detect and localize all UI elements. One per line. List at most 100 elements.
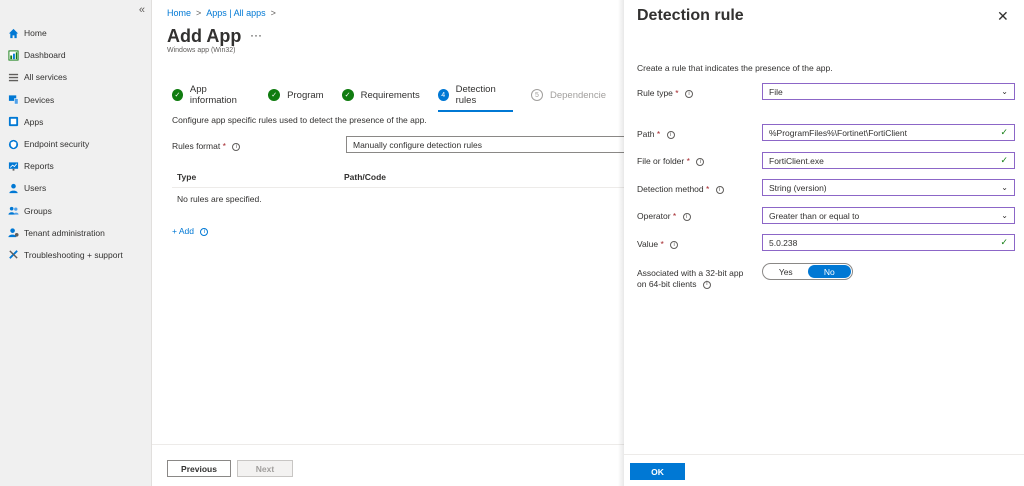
nav-item-groups[interactable]: Groups bbox=[0, 200, 152, 222]
detection-method-dropdown[interactable]: String (version) ⌄ bbox=[762, 179, 1015, 196]
rule-type-label: Rule type * i bbox=[637, 88, 693, 98]
column-header-path-code: Path/Code bbox=[344, 172, 387, 182]
nav-item-dashboard[interactable]: Dashboard bbox=[0, 44, 152, 66]
nav-label: Dashboard bbox=[24, 50, 66, 61]
field-label-text: Operator bbox=[637, 211, 671, 221]
field-value: String (version) bbox=[769, 182, 827, 193]
info-icon[interactable]: i bbox=[702, 280, 711, 289]
left-nav: « Home Dashboard All services Devices Ap… bbox=[0, 0, 152, 486]
nav-item-all-services[interactable]: All services bbox=[0, 66, 152, 88]
info-icon[interactable]: i bbox=[684, 89, 693, 98]
tenant-admin-icon bbox=[7, 227, 20, 239]
breadcrumb-separator-icon: > bbox=[196, 8, 202, 18]
collapse-nav-button[interactable]: « bbox=[139, 4, 145, 16]
info-icon[interactable]: i bbox=[715, 185, 724, 194]
breadcrumb-apps-link[interactable]: Apps | All apps bbox=[206, 8, 265, 18]
endpoint-security-icon bbox=[7, 138, 20, 150]
next-button[interactable]: Next bbox=[237, 460, 293, 477]
value-input[interactable]: 5.0.238 ✓ bbox=[762, 234, 1015, 251]
page-title: Add App bbox=[167, 26, 242, 46]
step-label: Detection rules bbox=[455, 84, 496, 106]
home-icon bbox=[7, 27, 20, 39]
field-value: FortiClient.exe bbox=[769, 155, 824, 166]
value-label: Value * i bbox=[637, 239, 679, 249]
field-value: File bbox=[769, 86, 783, 97]
checkmark-icon: ✓ bbox=[268, 89, 281, 101]
checkmark-icon: ✓ bbox=[341, 89, 354, 101]
previous-button[interactable]: Previous bbox=[167, 460, 231, 477]
nav-item-apps[interactable]: Apps bbox=[0, 111, 152, 133]
nav-item-endpoint-security[interactable]: Endpoint security bbox=[0, 133, 152, 155]
info-icon[interactable]: i bbox=[696, 157, 705, 166]
nav-label: Reports bbox=[24, 161, 54, 172]
required-marker: * bbox=[706, 184, 710, 194]
field-label-text: Rules format bbox=[172, 141, 221, 151]
info-icon[interactable]: i bbox=[670, 240, 679, 249]
required-marker: * bbox=[656, 129, 661, 139]
wizard-footer: Previous Next bbox=[152, 444, 624, 486]
step-label: Dependencie bbox=[550, 89, 606, 101]
more-options-button[interactable]: ··· bbox=[250, 28, 262, 42]
field-label-text: Value bbox=[637, 239, 659, 249]
path-input[interactable]: %ProgramFiles%\Fortinet\FortiClient ✓ bbox=[762, 124, 1015, 141]
info-icon[interactable]: i bbox=[682, 212, 691, 221]
checkmark-icon: ✓ bbox=[1000, 237, 1008, 247]
required-marker: * bbox=[686, 156, 690, 166]
association-label-line1: Associated with a 32-bit app bbox=[637, 268, 744, 278]
field-value: %ProgramFiles%\Fortinet\FortiClient bbox=[769, 127, 907, 138]
breadcrumb-home-link[interactable]: Home bbox=[167, 8, 191, 18]
close-icon[interactable]: ✕ bbox=[997, 8, 1009, 25]
step-program[interactable]: ✓ Program bbox=[268, 89, 324, 101]
nav-item-troubleshooting[interactable]: Troubleshooting + support bbox=[0, 244, 152, 266]
association-label: Associated with a 32-bit app on 64-bit c… bbox=[637, 268, 743, 290]
field-value: 5.0.238 bbox=[769, 237, 798, 248]
nav-item-home[interactable]: Home bbox=[0, 22, 152, 44]
page-subtitle: Windows app (Win32) bbox=[167, 47, 236, 54]
add-app-blade: Home > Apps | All apps > Add App ··· Win… bbox=[152, 0, 636, 486]
nav-label: All services bbox=[24, 72, 67, 83]
breadcrumb: Home > Apps | All apps > bbox=[167, 8, 276, 18]
groups-icon bbox=[7, 205, 20, 217]
step-detection-rules[interactable]: 4 Detection rules bbox=[437, 84, 514, 112]
toggle-option-yes[interactable]: Yes bbox=[764, 265, 808, 278]
chevron-down-icon: ⌄ bbox=[1001, 87, 1008, 96]
required-marker: * bbox=[222, 141, 226, 151]
breadcrumb-separator-icon: > bbox=[270, 8, 276, 18]
required-marker: * bbox=[675, 88, 679, 98]
field-label-text: File or folder bbox=[637, 156, 685, 166]
nav-item-devices[interactable]: Devices bbox=[0, 89, 152, 111]
nav-item-users[interactable]: Users bbox=[0, 177, 152, 199]
ok-button[interactable]: OK bbox=[630, 463, 685, 480]
field-value: Greater than or equal to bbox=[769, 210, 860, 221]
devices-icon bbox=[7, 94, 20, 106]
operator-dropdown[interactable]: Greater than or equal to ⌄ bbox=[762, 207, 1015, 224]
checkmark-icon: ✓ bbox=[1000, 127, 1008, 137]
nav-label: Home bbox=[24, 28, 47, 39]
association-label-line2: on 64-bit clients bbox=[637, 279, 697, 289]
step-dependencies[interactable]: 5 Dependencie bbox=[531, 89, 606, 101]
nav-item-tenant-administration[interactable]: Tenant administration bbox=[0, 222, 152, 244]
info-icon[interactable]: i bbox=[200, 227, 209, 236]
nav-label: Groups bbox=[24, 205, 52, 216]
association-toggle[interactable]: Yes No bbox=[762, 263, 853, 280]
nav-item-reports[interactable]: Reports bbox=[0, 155, 152, 177]
nav-label: Devices bbox=[24, 94, 55, 105]
info-icon[interactable]: i bbox=[666, 130, 675, 139]
detection-method-label: Detection method * i bbox=[637, 184, 724, 194]
toggle-option-no[interactable]: No bbox=[807, 265, 851, 278]
step-label: Requirements bbox=[360, 89, 420, 101]
checkmark-icon: ✓ bbox=[1000, 155, 1008, 165]
step-app-information[interactable]: ✓ App information bbox=[172, 84, 250, 106]
path-label: Path * i bbox=[637, 129, 675, 139]
rule-type-dropdown[interactable]: File ⌄ bbox=[762, 83, 1015, 100]
troubleshooting-icon bbox=[7, 249, 20, 261]
add-rule-link[interactable]: + Add i bbox=[172, 226, 209, 236]
step-requirements[interactable]: ✓ Requirements bbox=[341, 89, 420, 101]
rules-format-dropdown[interactable]: Manually configure detection rules bbox=[346, 136, 636, 153]
column-header-type: Type bbox=[177, 172, 197, 182]
file-or-folder-input[interactable]: FortiClient.exe ✓ bbox=[762, 152, 1015, 169]
info-icon[interactable]: i bbox=[232, 142, 241, 151]
rules-format-label: Rules format * i bbox=[172, 141, 241, 151]
required-marker: * bbox=[672, 211, 677, 221]
nav-label: Troubleshooting + support bbox=[24, 249, 123, 260]
